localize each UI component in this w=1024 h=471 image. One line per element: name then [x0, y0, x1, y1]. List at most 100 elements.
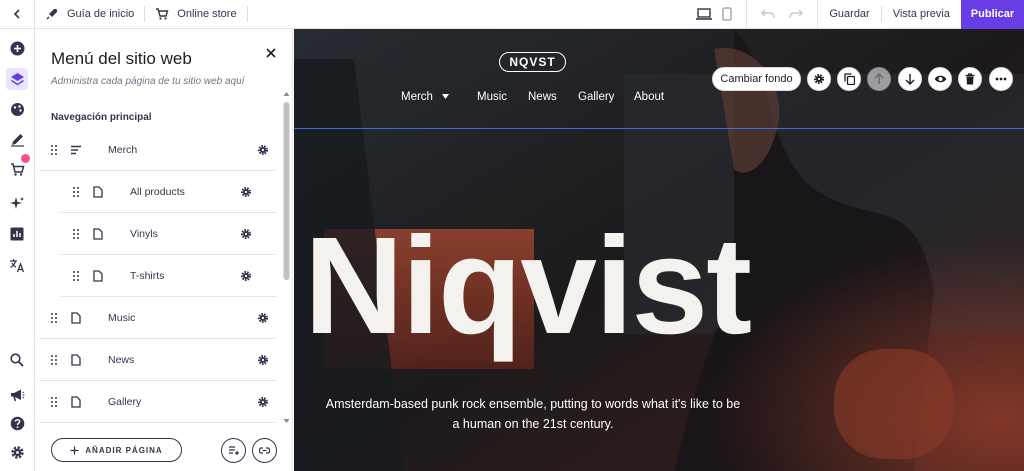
ai-tools-button[interactable] — [6, 192, 28, 214]
drag-handle-icon[interactable] — [49, 354, 59, 366]
translate-button[interactable] — [6, 254, 28, 276]
section-settings-button[interactable] — [807, 67, 831, 91]
site-nav-merch[interactable]: Merch — [401, 91, 450, 103]
drag-handle-icon[interactable] — [49, 396, 59, 408]
back-button[interactable] — [0, 0, 35, 29]
menu-item-music[interactable]: Music — [39, 297, 276, 339]
menu-item-label: News — [108, 353, 135, 366]
marketing-button[interactable] — [6, 384, 28, 406]
page-icon — [93, 269, 103, 282]
panel-title: Menú del sitio web — [51, 49, 192, 68]
menu-item-label: Merch — [108, 143, 138, 156]
nav-label: Merch — [401, 91, 433, 103]
device-switcher — [682, 0, 748, 29]
chevron-left-icon — [13, 9, 20, 19]
list-icon — [71, 145, 81, 154]
menu-item-vinyls[interactable]: Vinyls — [61, 213, 276, 255]
topbar-actions: Guardar Vista previa Publicar — [682, 0, 1024, 29]
menu-item-label: All products — [130, 185, 185, 198]
hero-title[interactable]: Niqvist — [304, 217, 752, 355]
store-link[interactable]: Online store — [145, 0, 246, 29]
palette-icon — [10, 102, 24, 116]
gear-icon[interactable] — [240, 270, 252, 282]
tagline-line: a human on the 21st century. — [452, 417, 614, 431]
page-icon — [93, 227, 103, 240]
site-logo[interactable]: NQVST — [499, 52, 566, 72]
toggle-visibility-button[interactable] — [928, 67, 952, 91]
panel-scrollbar[interactable] — [282, 91, 291, 424]
panel-subtitle: Administra cada página de tu sitio web a… — [51, 76, 245, 87]
close-icon[interactable] — [264, 46, 278, 60]
drag-handle-icon[interactable] — [49, 144, 59, 156]
analytics-button[interactable] — [6, 223, 28, 245]
cart-icon — [10, 162, 24, 176]
add-link-button[interactable] — [252, 438, 277, 463]
pages-button[interactable] — [6, 68, 28, 90]
more-options-button[interactable] — [989, 67, 1013, 91]
chart-icon — [10, 227, 24, 241]
left-rail — [0, 29, 35, 471]
help-icon — [10, 416, 24, 430]
add-element-button[interactable] — [6, 37, 28, 59]
gear-icon[interactable] — [240, 186, 252, 198]
site-canvas[interactable]: NQVST Merch Music News Gallery About Niq… — [294, 29, 1024, 471]
blog-button[interactable] — [6, 128, 28, 150]
search-button[interactable] — [6, 349, 28, 371]
gear-icon[interactable] — [240, 228, 252, 240]
gear-icon[interactable] — [257, 312, 269, 324]
gear-icon — [10, 445, 24, 459]
menu-item-t-shirts[interactable]: T-shirts — [61, 255, 276, 297]
site-nav-music[interactable]: Music — [477, 91, 507, 103]
undo-icon[interactable] — [761, 9, 776, 19]
mobile-icon[interactable] — [722, 7, 733, 21]
styles-button[interactable] — [6, 98, 28, 120]
site-nav-about[interactable]: About — [634, 91, 664, 103]
layers-icon — [10, 72, 24, 85]
publish-button[interactable]: Publicar — [961, 0, 1024, 29]
settings-button[interactable] — [6, 441, 28, 463]
copy-icon — [843, 73, 855, 85]
guide-link[interactable]: Guía de inicio — [35, 0, 144, 29]
page-icon — [93, 185, 103, 198]
drag-handle-icon[interactable] — [49, 312, 59, 324]
delete-section-button[interactable] — [958, 67, 982, 91]
tagline-line: Amsterdam-based punk rock ensemble, putt… — [325, 397, 741, 411]
move-up-button[interactable] — [867, 67, 891, 91]
add-menu-item-button[interactable] — [221, 438, 246, 463]
cart-icon — [156, 8, 169, 20]
list-add-icon — [228, 446, 239, 455]
drag-handle-icon[interactable] — [71, 270, 81, 282]
desktop-icon[interactable] — [696, 8, 713, 20]
site-nav-news[interactable]: News — [528, 91, 557, 103]
hero-tagline[interactable]: Amsterdam-based punk rock ensemble, putt… — [318, 394, 748, 434]
gear-icon[interactable] — [257, 354, 269, 366]
guide-label: Guía de inicio — [67, 8, 135, 20]
gear-icon[interactable] — [257, 396, 269, 408]
site-menu-panel: Menú del sitio web Administra cada págin… — [35, 29, 293, 471]
page-icon — [71, 311, 81, 324]
save-button[interactable]: Guardar — [818, 0, 880, 29]
preview-button[interactable]: Vista previa — [882, 0, 961, 29]
arrow-down-icon — [905, 74, 915, 85]
menu-item-merch[interactable]: Merch — [39, 129, 276, 171]
duplicate-section-button[interactable] — [837, 67, 861, 91]
menu-item-label: Music — [108, 311, 136, 324]
redo-icon[interactable] — [789, 9, 804, 19]
move-down-button[interactable] — [898, 67, 922, 91]
menu-item-gallery[interactable]: Gallery — [39, 381, 276, 423]
site-nav-gallery[interactable]: Gallery — [578, 91, 614, 103]
translate-icon — [10, 258, 25, 272]
plus-icon — [70, 446, 79, 454]
rocket-icon — [46, 9, 57, 20]
drag-handle-icon[interactable] — [71, 228, 81, 240]
menu-item-all-products[interactable]: All products — [61, 171, 276, 213]
menu-item-news[interactable]: News — [39, 339, 276, 381]
add-page-button[interactable]: AÑADIR PÁGINA — [51, 438, 182, 462]
change-background-button[interactable]: Cambiar fondo — [712, 67, 801, 91]
menu-item-label: T-shirts — [130, 269, 165, 282]
gear-icon[interactable] — [257, 144, 269, 156]
drag-handle-icon[interactable] — [71, 186, 81, 198]
help-button[interactable] — [6, 412, 28, 434]
menu-item-label: Vinyls — [130, 227, 158, 240]
pen-icon — [10, 133, 24, 147]
